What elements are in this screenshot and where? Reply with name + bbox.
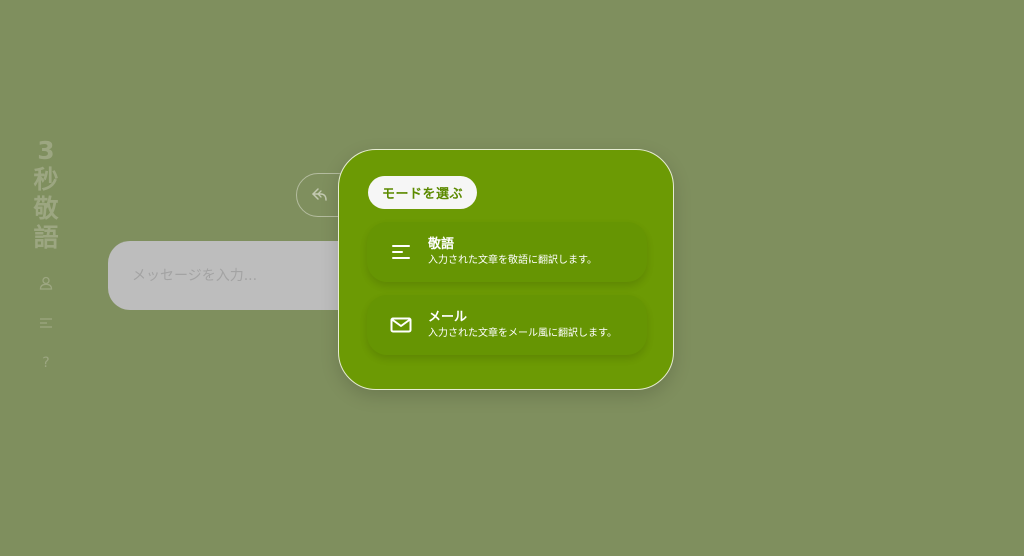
user-icon-svg (39, 276, 53, 290)
help-glyph: ? (42, 355, 50, 371)
mode-option-description: 入力された文章を敬語に翻訳します。 (428, 255, 597, 266)
app-title-char: 語 (33, 223, 59, 252)
sidebar: 3 秒 敬 語 ? (24, 136, 68, 372)
page: 3 秒 敬 語 ? メッセージを入力... モードを選ぶ 敬語 入力された文章を… (0, 0, 1024, 556)
mode-option-name: 敬語 (428, 237, 455, 252)
mode-option-mail[interactable]: メール 入力された文章をメール風に翻訳します。 (367, 295, 647, 355)
reply-icon (312, 188, 327, 201)
mode-option-description: 入力された文章をメール風に翻訳します。 (428, 328, 617, 339)
app-title: 3 秒 敬 語 (33, 136, 58, 252)
app-title-char: 敬 (33, 194, 59, 223)
message-input[interactable] (130, 266, 334, 285)
mode-option-text: メール 入力された文章をメール風に翻訳します。 (428, 309, 617, 341)
mode-option-text: 敬語 入力された文章を敬語に翻訳します。 (428, 236, 597, 268)
mode-select-popup: モードを選ぶ 敬語 入力された文章を敬語に翻訳します。 メール 入力された文章を… (338, 149, 674, 390)
user-icon[interactable] (37, 274, 55, 292)
mode-option-name: メール (428, 310, 468, 325)
mail-icon (389, 313, 413, 337)
mode-option-keigo[interactable]: 敬語 入力された文章を敬語に翻訳します。 (367, 222, 647, 282)
help-icon[interactable]: ? (37, 354, 55, 372)
menu-icon-svg (40, 318, 52, 328)
app-title-char: 3 (37, 136, 55, 165)
app-title-char: 秒 (33, 165, 59, 194)
text-lines-icon (389, 240, 413, 264)
popup-title: モードを選ぶ (368, 176, 478, 209)
menu-icon[interactable] (37, 314, 55, 332)
